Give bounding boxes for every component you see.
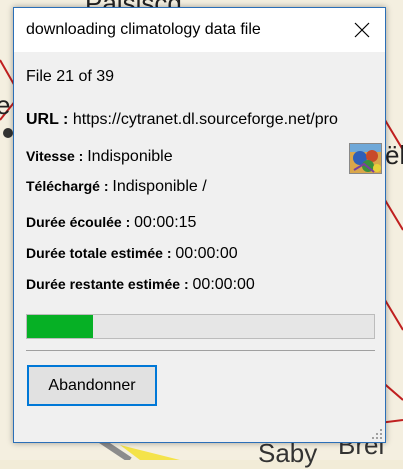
- total-value: 00:00:00: [175, 245, 238, 262]
- total-row: Durée totale estimée : 00:00:00: [26, 245, 238, 263]
- abandon-button[interactable]: Abandonner: [27, 365, 157, 406]
- total-label: Durée totale estimée :: [26, 245, 172, 261]
- downloaded-value: Indisponible /: [112, 178, 207, 195]
- elapsed-row: Durée écoulée : 00:00:15: [26, 214, 196, 232]
- download-dialog: downloading climatology data file File 2…: [13, 7, 386, 443]
- close-icon: [354, 22, 370, 38]
- downloaded-row: Téléchargé : Indisponible /: [26, 178, 207, 196]
- remaining-label: Durée restante estimée :: [26, 276, 189, 292]
- file-counter: File 21 of 39: [26, 68, 115, 85]
- progress-fill: [27, 315, 93, 338]
- elapsed-value: 00:00:15: [134, 214, 197, 231]
- url-row: URL : https://cytranet.dl.sourceforge.ne…: [26, 111, 376, 129]
- download-progress-bar: [26, 314, 375, 339]
- dialog-titlebar[interactable]: downloading climatology data file: [14, 8, 385, 52]
- dialog-title: downloading climatology data file: [26, 21, 261, 38]
- remaining-row: Durée restante estimée : 00:00:00: [26, 276, 255, 294]
- close-button[interactable]: [339, 8, 385, 52]
- remaining-value: 00:00:00: [192, 276, 255, 293]
- thumbnail-graphic: [350, 144, 381, 173]
- url-label: URL :: [26, 111, 69, 128]
- map-label-2: e: [0, 90, 11, 120]
- speed-row: Vitesse : Indisponible: [26, 148, 173, 166]
- url-value: https://cytranet.dl.sourceforge.net/pro: [72, 111, 338, 128]
- elapsed-label: Durée écoulée :: [26, 214, 131, 230]
- separator: [26, 350, 375, 351]
- resize-grip-icon[interactable]: [371, 428, 383, 440]
- speed-label: Vitesse :: [26, 148, 84, 164]
- map-label-3: ël: [385, 140, 403, 170]
- speed-value: Indisponible: [87, 148, 173, 165]
- downloaded-label: Téléchargé :: [26, 178, 109, 194]
- climatology-map-thumbnail-icon: [349, 143, 382, 174]
